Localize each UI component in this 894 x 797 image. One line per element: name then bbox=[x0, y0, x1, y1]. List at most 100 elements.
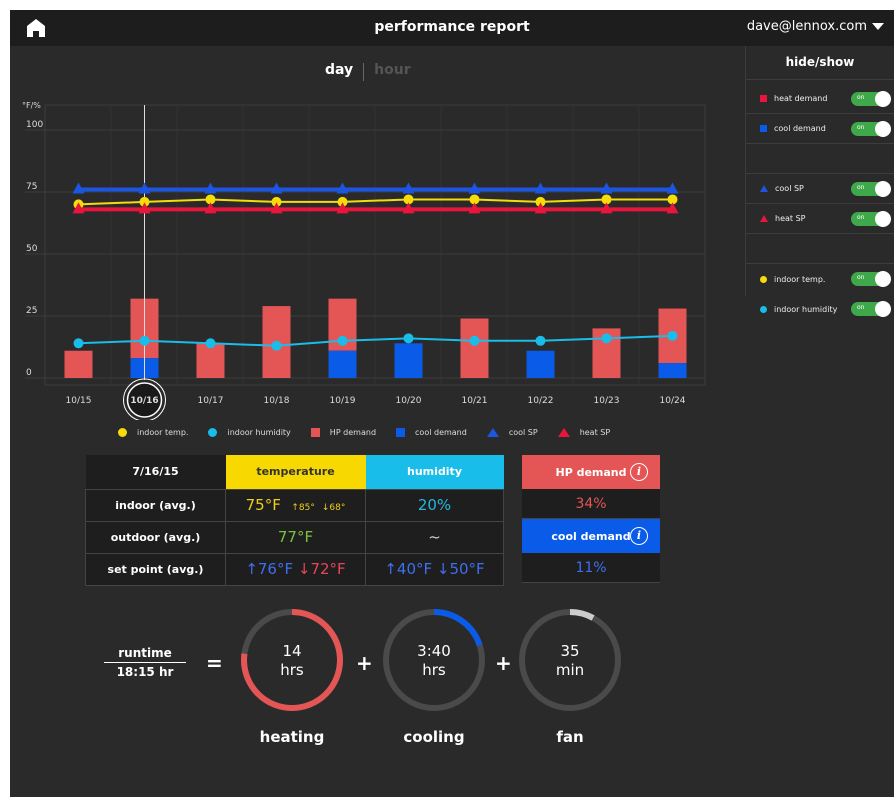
toggle-label: heat demand bbox=[774, 94, 828, 103]
indoor-humidity-point bbox=[403, 333, 414, 344]
x-tick-label: 10/23 bbox=[594, 396, 620, 406]
legend-label: HP demand bbox=[329, 428, 377, 437]
row-label: outdoor (avg.) bbox=[85, 520, 226, 554]
cool-sp-triangle-icon bbox=[486, 428, 499, 437]
indoor-humidity-point bbox=[535, 335, 546, 346]
cool-demand-bar bbox=[658, 363, 687, 378]
indoor-humidity-value: 20% bbox=[365, 488, 504, 522]
cool-demand-square-icon bbox=[396, 428, 406, 437]
legend-item-indoor-humidity[interactable]: indoor humidity bbox=[208, 428, 291, 437]
setpoint-humidity-value: ↑40°F ↓50°F bbox=[365, 552, 504, 586]
user-menu[interactable]: dave@lennox.com bbox=[747, 19, 884, 34]
indoor-humidity-circle-icon bbox=[208, 428, 218, 437]
cool-sp-toggle[interactable]: on bbox=[851, 180, 891, 197]
legend-item-indoor-temp[interactable]: indoor temp. bbox=[118, 428, 188, 437]
app-frame: performance report dave@lennox.com day h… bbox=[10, 10, 894, 797]
row-label: indoor (avg.) bbox=[85, 488, 226, 522]
hp-demand-bar bbox=[196, 343, 225, 378]
info-icon[interactable]: i bbox=[630, 463, 648, 481]
chart-legend: indoor temp. indoor humidity HP demand c… bbox=[118, 428, 630, 437]
legend-label: indoor temp. bbox=[137, 428, 189, 437]
indoor-temp-circle-icon bbox=[118, 428, 127, 437]
row-label: set point (avg.) bbox=[85, 552, 226, 586]
outdoor-humidity-value: ~ bbox=[365, 520, 504, 554]
stats-row-indoor: indoor (avg.) 75°F ↑85° ↓68° 20% bbox=[85, 488, 504, 522]
panel-spacer bbox=[746, 234, 894, 264]
heating-value: 14 bbox=[282, 642, 302, 660]
user-email: dave@lennox.com bbox=[746, 19, 867, 34]
panel-spacer bbox=[746, 144, 894, 174]
legend-label: heat SP bbox=[579, 428, 611, 437]
x-tick-label: 10/15 bbox=[66, 396, 92, 406]
cool-demand-toggle[interactable]: on bbox=[851, 120, 891, 137]
stats-table: 7/16/15 temperature humidity indoor (avg… bbox=[85, 455, 504, 586]
cool-demand-label: cool demand bbox=[551, 529, 631, 543]
stats-row-outdoor: outdoor (avg.) 77°F ~ bbox=[85, 520, 504, 554]
indoor-humidity-toggle[interactable]: on bbox=[851, 301, 891, 317]
plus-sign: + bbox=[356, 651, 373, 675]
info-icon[interactable]: i bbox=[630, 527, 648, 545]
indoor-temp-toggle[interactable]: on bbox=[851, 271, 891, 287]
y-tick-label: 75 bbox=[26, 182, 37, 192]
x-tick-label: 10/19 bbox=[330, 396, 356, 406]
legend-label: indoor humidity bbox=[227, 428, 291, 437]
hp-demand-value: 34% bbox=[522, 489, 660, 519]
fan-value: 35 bbox=[560, 642, 580, 660]
indoor-temp-high: ↑85° bbox=[291, 503, 315, 513]
plus-sign: + bbox=[495, 651, 512, 675]
heating-caption: heating bbox=[259, 728, 325, 746]
toggle-row-cool-demand: cool demand on bbox=[746, 114, 894, 144]
heat-demand-toggle[interactable]: on bbox=[851, 90, 891, 107]
hp-demand-header: HP demand i bbox=[522, 455, 660, 489]
performance-chart[interactable]: 100 75 50 25 0 °F/% 10/15 10/16 10/17 10/18 10/19 1… bbox=[10, 90, 715, 420]
heat-demand-square-icon bbox=[760, 95, 767, 102]
indoor-humidity-point bbox=[667, 330, 678, 341]
toggle-row-heat-demand: heat demand on bbox=[746, 84, 894, 114]
y-axis-label: °F/% bbox=[22, 101, 41, 110]
setpoint-heat-value: ↓72°F bbox=[297, 560, 346, 578]
cooling-caption: cooling bbox=[403, 728, 465, 746]
legend-item-cool-demand[interactable]: cool demand bbox=[396, 428, 467, 437]
hide-show-panel: hide/show heat demand on cool demand on … bbox=[745, 46, 894, 317]
y-tick-label: 50 bbox=[26, 244, 38, 254]
toggle-row-indoor-temp: indoor temp. on bbox=[746, 264, 894, 294]
legend-item-heat-sp[interactable]: heat SP bbox=[557, 428, 611, 437]
tab-divider bbox=[363, 63, 365, 81]
x-tick-label: 10/22 bbox=[528, 396, 554, 406]
toggle-row-cool-sp: cool SP on bbox=[746, 174, 894, 204]
hp-demand-bar bbox=[64, 350, 93, 378]
indoor-temp-cell: 75°F ↑85° ↓68° bbox=[225, 488, 366, 522]
tab-day[interactable]: day bbox=[325, 62, 353, 81]
legend-label: cool demand bbox=[415, 428, 467, 437]
heat-sp-toggle[interactable]: on bbox=[851, 210, 891, 227]
cooling-runtime-ring: 3:40 hrs bbox=[382, 608, 486, 712]
indoor-temp-circle-icon bbox=[760, 275, 767, 283]
indoor-humidity-point bbox=[337, 335, 348, 346]
indoor-temp-value: 75°F bbox=[245, 496, 281, 514]
runtime-total: runtime 18:15 hr bbox=[104, 646, 186, 679]
indoor-humidity-point bbox=[271, 340, 282, 351]
temperature-header: temperature bbox=[225, 455, 366, 489]
hp-demand-square-icon bbox=[310, 428, 320, 437]
legend-item-cool-sp[interactable]: cool SP bbox=[486, 428, 538, 437]
heat-sp-triangle-icon bbox=[760, 215, 768, 222]
heat-sp-triangle-icon bbox=[557, 428, 570, 437]
tab-hour[interactable]: hour bbox=[374, 62, 410, 81]
toggle-label: cool demand bbox=[774, 124, 826, 133]
toggle-label: indoor humidity bbox=[774, 304, 838, 314]
indoor-humidity-circle-icon bbox=[760, 305, 767, 313]
indoor-humidity-point bbox=[205, 338, 216, 349]
equals-sign: = bbox=[206, 651, 223, 675]
cool-demand-value: 11% bbox=[522, 553, 660, 583]
panel-title: hide/show bbox=[746, 46, 894, 80]
cool-demand-bar bbox=[526, 350, 555, 378]
heating-runtime-ring: 14 hrs bbox=[240, 608, 344, 712]
runtime-label: runtime bbox=[104, 646, 186, 663]
y-tick-label: 0 bbox=[26, 368, 32, 378]
legend-item-hp-demand[interactable]: HP demand bbox=[310, 428, 377, 437]
demand-summary: HP demand i 34% cool demand i 11% bbox=[522, 455, 660, 583]
setpoint-cool-value: ↑76°F bbox=[245, 560, 294, 578]
cool-demand-square-icon bbox=[760, 125, 767, 132]
period-tabs: day hour bbox=[325, 62, 435, 81]
outdoor-temp-value: 77°F bbox=[225, 520, 366, 554]
